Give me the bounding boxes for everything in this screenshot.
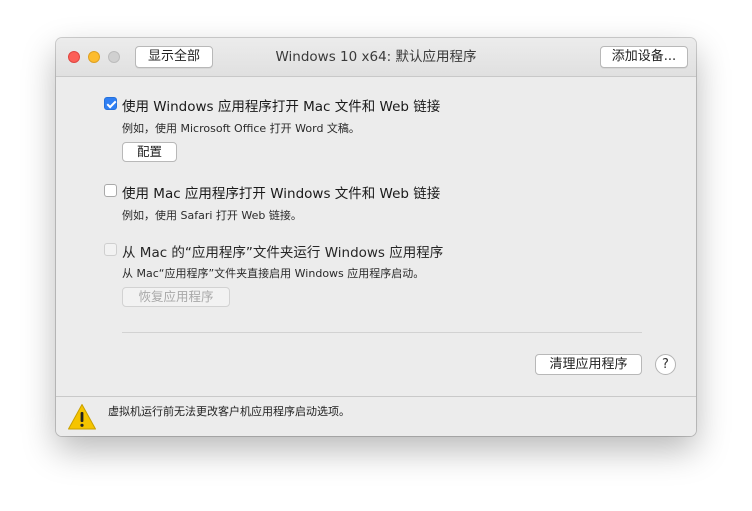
add-device-button[interactable]: 添加设备... bbox=[600, 46, 688, 68]
show-all-button[interactable]: 显示全部 bbox=[135, 46, 213, 68]
footer-message: 虚拟机运行前无法更改客户机应用程序启动选项。 bbox=[108, 405, 350, 418]
status-footer: 虚拟机运行前无法更改客户机应用程序启动选项。 bbox=[56, 396, 696, 436]
clean-applications-button[interactable]: 清理应用程序 bbox=[535, 354, 642, 375]
open-windows-files-with-mac-checkbox[interactable] bbox=[104, 184, 117, 197]
title-bar[interactable]: 显示全部 Windows 10 x64: 默认应用程序 添加设备... bbox=[56, 38, 696, 77]
open-mac-files-with-windows-label[interactable]: 使用 Windows 应用程序打开 Mac 文件和 Web 链接 bbox=[122, 95, 440, 115]
help-button[interactable]: ? bbox=[655, 354, 676, 375]
run-from-applications-folder-label[interactable]: 从 Mac 的“应用程序”文件夹运行 Windows 应用程序 bbox=[122, 241, 443, 261]
separator bbox=[122, 332, 642, 333]
configure-button[interactable]: 配置 bbox=[122, 142, 177, 162]
close-window-button[interactable] bbox=[68, 51, 80, 63]
restore-applications-button[interactable]: 恢复应用程序 bbox=[122, 287, 230, 307]
open-mac-files-with-windows-checkbox[interactable] bbox=[104, 97, 117, 110]
run-from-applications-folder-description: 从 Mac“应用程序”文件夹直接启用 Windows 应用程序启动。 bbox=[122, 267, 425, 280]
open-windows-files-with-mac-description: 例如，使用 Safari 打开 Web 链接。 bbox=[122, 209, 302, 222]
warning-icon bbox=[68, 404, 96, 430]
open-windows-files-with-mac-label[interactable]: 使用 Mac 应用程序打开 Windows 文件和 Web 链接 bbox=[122, 182, 440, 202]
window-title: Windows 10 x64: 默认应用程序 bbox=[275, 49, 477, 65]
run-from-applications-folder-checkbox[interactable] bbox=[104, 243, 117, 256]
minimize-window-button[interactable] bbox=[88, 51, 100, 63]
open-mac-files-with-windows-description: 例如，使用 Microsoft Office 打开 Word 文稿。 bbox=[122, 122, 360, 135]
preferences-window: 显示全部 Windows 10 x64: 默认应用程序 添加设备... 使用 W… bbox=[56, 38, 696, 436]
zoom-window-button bbox=[108, 51, 120, 63]
